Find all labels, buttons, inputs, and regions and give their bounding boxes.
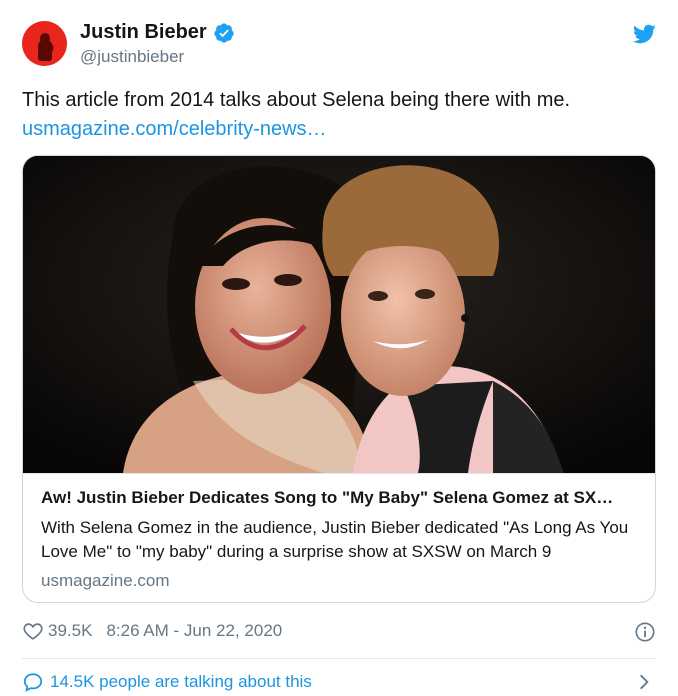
- conversation-link[interactable]: 14.5K people are talking about this: [22, 671, 312, 693]
- card-body[interactable]: Aw! Justin Bieber Dedicates Song to "My …: [23, 473, 655, 602]
- tweet-meta: 39.5K 8:26 AM - Jun 22, 2020: [22, 620, 282, 642]
- author-handle[interactable]: @justinbieber: [80, 47, 184, 67]
- photo-of-two-people: [23, 156, 655, 473]
- speech-bubble-icon: [23, 673, 43, 692]
- like-count[interactable]: 39.5K: [48, 621, 92, 641]
- card-title[interactable]: Aw! Justin Bieber Dedicates Song to "My …: [41, 488, 641, 508]
- tweet-embed: Justin Bieber @justinbieber This article…: [0, 0, 678, 696]
- timestamp[interactable]: 8:26 AM - Jun 22, 2020: [106, 621, 282, 641]
- tweet-text: This article from 2014 talks about Selen…: [22, 89, 571, 111]
- divider: [22, 658, 656, 659]
- card-description: With Selena Gomez in the audience, Justi…: [41, 518, 629, 561]
- link-card[interactable]: Aw! Justin Bieber Dedicates Song to "My …: [22, 155, 656, 603]
- chevron-right-icon[interactable]: [634, 672, 654, 692]
- info-icon[interactable]: [634, 621, 656, 643]
- author-row[interactable]: Justin Bieber: [80, 21, 235, 44]
- conversation-count[interactable]: 14.5K people are talking about this: [50, 672, 312, 692]
- verified-badge-icon: [214, 22, 234, 43]
- twitter-bird-icon[interactable]: [632, 22, 656, 46]
- card-image[interactable]: [23, 156, 655, 473]
- avatar[interactable]: [22, 21, 67, 66]
- heart-icon[interactable]: [22, 620, 44, 642]
- author-display-name[interactable]: Justin Bieber: [80, 21, 207, 44]
- card-domain[interactable]: usmagazine.com: [41, 571, 170, 591]
- tweet-link[interactable]: usmagazine.com/celebrity-news…: [22, 118, 327, 141]
